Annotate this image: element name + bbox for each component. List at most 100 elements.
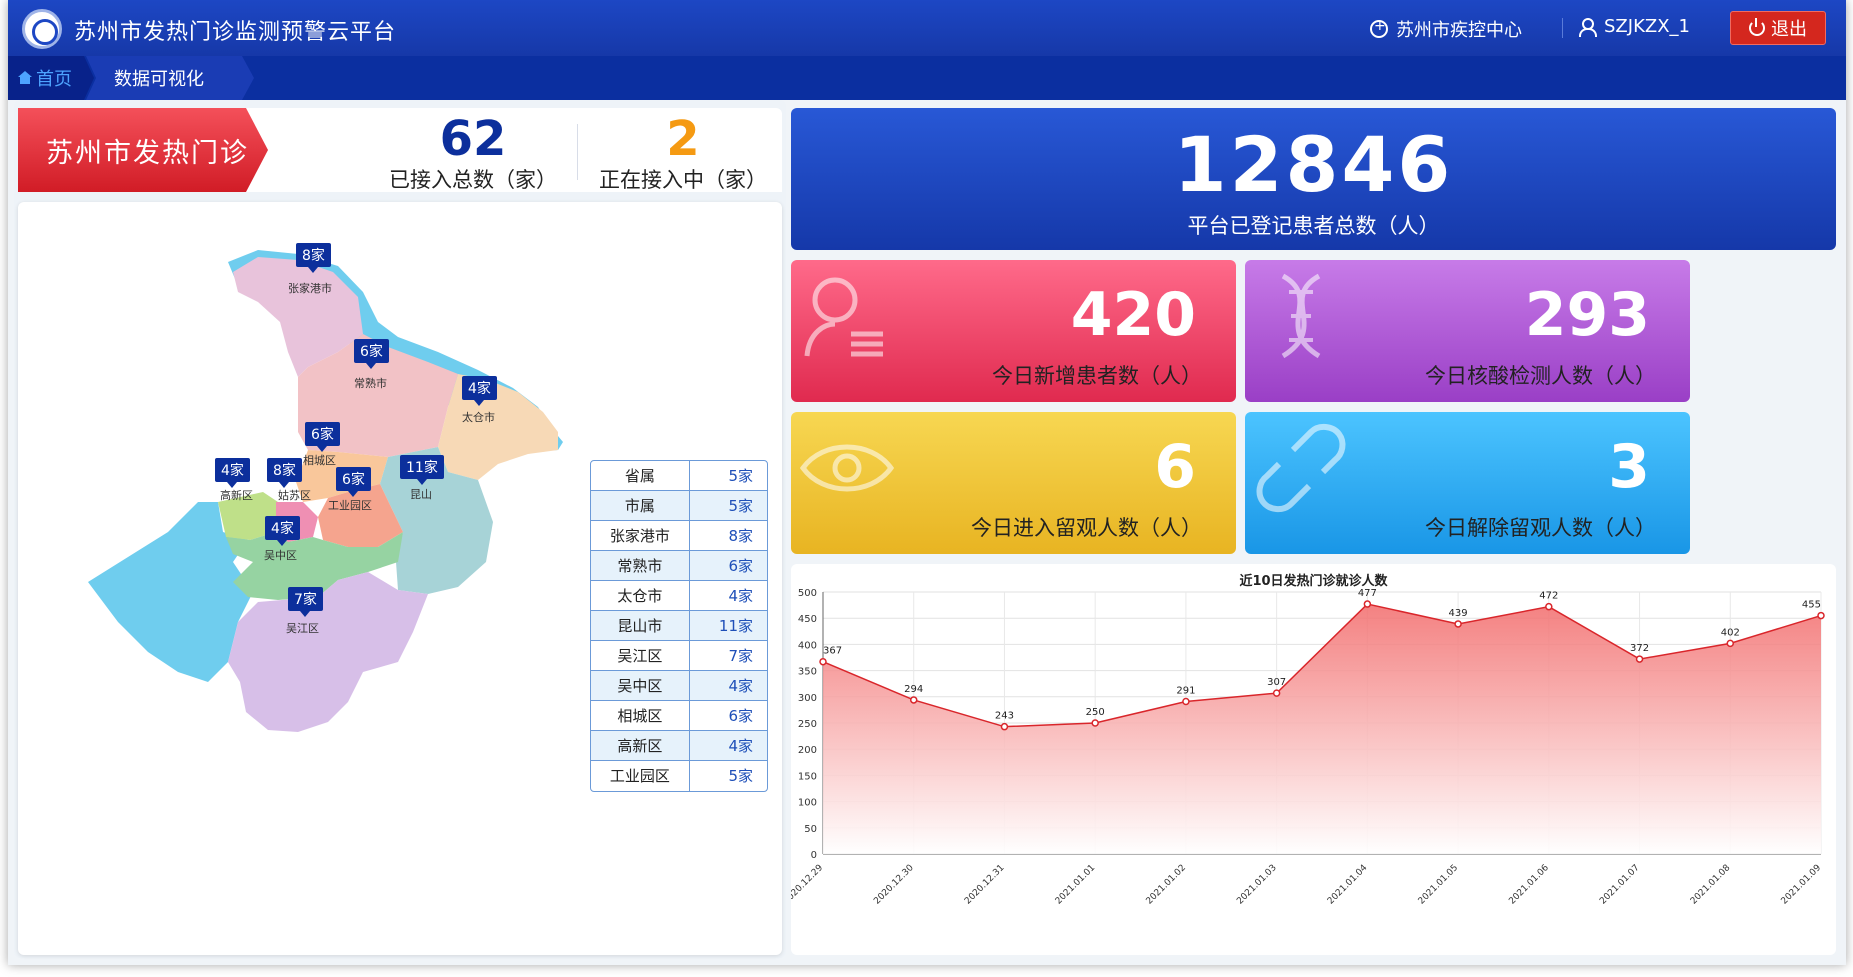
- x-tick-label: 2020.12.31: [963, 863, 1007, 907]
- pin-xiangcheng[interactable]: 6家: [305, 422, 340, 452]
- label-wuzhong: 吴中区: [264, 549, 297, 562]
- connected-total-stat: 62 已接入总数（家）: [388, 114, 558, 194]
- data-point: [1000, 722, 1009, 731]
- connecting-value: 2: [666, 111, 700, 167]
- connecting-stat: 2 正在接入中（家）: [598, 114, 768, 194]
- total-patients-value: 12846: [1173, 120, 1454, 209]
- x-tick-label: 2021.01.09: [1780, 863, 1824, 907]
- observation-out-value: 3: [1608, 432, 1650, 502]
- observation-out-label: 今日解除留观人数（人）: [1425, 516, 1656, 540]
- label-changshu: 常熟市: [354, 377, 387, 390]
- observation-out-card: 3 今日解除留观人数（人）: [1245, 412, 1690, 554]
- data-label: 372: [1630, 643, 1649, 654]
- table-row[interactable]: 吴中区 4家: [591, 671, 767, 701]
- nucleic-test-card: 293 今日核酸检测人数（人）: [1245, 260, 1690, 402]
- breadcrumb-home[interactable]: 首页: [8, 56, 94, 100]
- power-icon: [1749, 18, 1765, 36]
- data-label: 307: [1267, 677, 1286, 688]
- y-tick-label: 150: [798, 771, 817, 782]
- user-menu[interactable]: SZJKZX_1: [1578, 16, 1690, 37]
- table-row[interactable]: 工业园区 5家: [591, 761, 767, 791]
- pin-wujiang[interactable]: 7家: [288, 587, 323, 617]
- new-patients-value: 420: [1070, 280, 1196, 350]
- unlink-icon: [1256, 424, 1346, 512]
- divider: [1562, 18, 1563, 38]
- row-name: 省属: [591, 461, 690, 490]
- table-row[interactable]: 常熟市 6家: [591, 551, 767, 581]
- label-zhangjiagang: 张家港市: [288, 282, 332, 295]
- data-point: [1454, 620, 1462, 628]
- new-patients-label: 今日新增患者数（人）: [992, 364, 1202, 388]
- row-value: 7家: [728, 647, 753, 665]
- x-tick-label: 2021.01.06: [1507, 863, 1551, 907]
- logout-button[interactable]: 退出: [1730, 11, 1826, 45]
- label-taicang: 太仓市: [462, 411, 495, 424]
- table-row[interactable]: 吴江区 7家: [591, 641, 767, 671]
- x-tick-label: 2021.01.01: [1054, 863, 1098, 907]
- pin-sip[interactable]: 6家: [336, 467, 371, 497]
- label-gaoxin: 高新区: [220, 489, 253, 502]
- table-row[interactable]: 相城区 6家: [591, 701, 767, 731]
- data-point: [1545, 602, 1553, 611]
- pin-zhangjiagang[interactable]: 8家: [296, 243, 331, 273]
- app-title: 苏州市发热门诊监测预警云平台: [74, 20, 397, 45]
- x-tick-label: 2021.01.07: [1598, 863, 1642, 907]
- data-point: [1182, 697, 1190, 706]
- clinic-count-table: 省属 5家 市属 5家 张家港市 8家 常熟市 6家 太仓市 4家 昆山市 11家 吴江区 7…: [590, 460, 768, 792]
- table-row[interactable]: 市属 5家: [591, 491, 767, 521]
- visits-area-chart: 0 50 100 150 200 250 300 350 400 450 500 2020.12.29…: [782, 588, 1825, 907]
- data-point: [1726, 639, 1735, 648]
- pin-gusu[interactable]: 8家: [267, 458, 302, 488]
- data-label: 402: [1721, 627, 1740, 638]
- nucleic-test-value: 293: [1524, 280, 1650, 350]
- pin-gaoxin[interactable]: 4家: [215, 458, 250, 488]
- connecting-label: 正在接入中（家）: [599, 168, 767, 192]
- app-window: 苏州市发热门诊监测预警云平台 苏州市疾控中心 SZJKZX_1 退出 数据可视化…: [8, 0, 1846, 965]
- observation-in-label: 今日进入留观人数（人）: [971, 516, 1202, 540]
- x-tick-label: 2020.12.30: [872, 863, 916, 907]
- dna-icon: [1281, 273, 1321, 359]
- pin-changshu[interactable]: 6家: [354, 339, 389, 369]
- x-tick-label: 2021.01.04: [1326, 863, 1370, 907]
- table-row[interactable]: 高新区 4家: [591, 731, 767, 761]
- row-value: 6家: [728, 557, 753, 575]
- table-row[interactable]: 张家港市 8家: [591, 521, 767, 551]
- data-label: 367: [823, 646, 842, 657]
- data-point: [819, 657, 827, 666]
- pin-wuzhong[interactable]: 4家: [265, 516, 300, 546]
- pin-kunshan[interactable]: 11家: [400, 455, 444, 485]
- connected-total-value: 62: [439, 111, 507, 167]
- data-label: 243: [995, 711, 1014, 722]
- region-taicang: [438, 374, 558, 480]
- org-name: 苏州市疾控中心: [1396, 20, 1522, 41]
- row-name: 工业园区: [591, 761, 690, 791]
- row-name: 太仓市: [591, 581, 690, 610]
- data-label: 250: [1086, 707, 1105, 718]
- table-row[interactable]: 太仓市 4家: [591, 581, 767, 611]
- row-value: 5家: [728, 467, 753, 485]
- y-tick-label: 100: [798, 798, 817, 809]
- y-tick-label: 250: [798, 719, 817, 730]
- table-row[interactable]: 省属 5家: [591, 461, 767, 491]
- person-list-icon: [804, 277, 883, 357]
- x-tick-label: 2021.01.03: [1235, 863, 1279, 907]
- table-row[interactable]: 昆山市 11家: [591, 611, 767, 641]
- top-bar: 苏州市发热门诊监测预警云平台 苏州市疾控中心 SZJKZX_1 退出: [8, 0, 1846, 56]
- org-link[interactable]: 苏州市疾控中心: [1370, 16, 1522, 42]
- data-label: 455: [1802, 600, 1821, 611]
- new-patients-card: 420 今日新增患者数（人）: [791, 260, 1236, 402]
- row-name: 张家港市: [591, 521, 690, 550]
- row-name: 昆山市: [591, 611, 690, 640]
- clinic-summary-header: 苏州市发热门诊 62 已接入总数（家） 2 正在接入中（家）: [18, 108, 782, 192]
- stat-divider: [577, 124, 578, 180]
- row-name: 吴江区: [591, 641, 690, 670]
- pin-taicang[interactable]: 4家: [462, 376, 497, 406]
- x-tick-label: 2021.01.08: [1689, 863, 1733, 907]
- row-name: 常熟市: [591, 551, 690, 580]
- row-value: 4家: [728, 587, 753, 605]
- label-wujiang: 吴江区: [286, 622, 319, 635]
- connected-total-label: 已接入总数（家）: [389, 168, 557, 192]
- x-tick-label: 2021.01.05: [1417, 863, 1461, 907]
- nucleic-test-label: 今日核酸检测人数（人）: [1425, 364, 1656, 388]
- breadcrumb-current[interactable]: 数据可视化: [86, 56, 254, 100]
